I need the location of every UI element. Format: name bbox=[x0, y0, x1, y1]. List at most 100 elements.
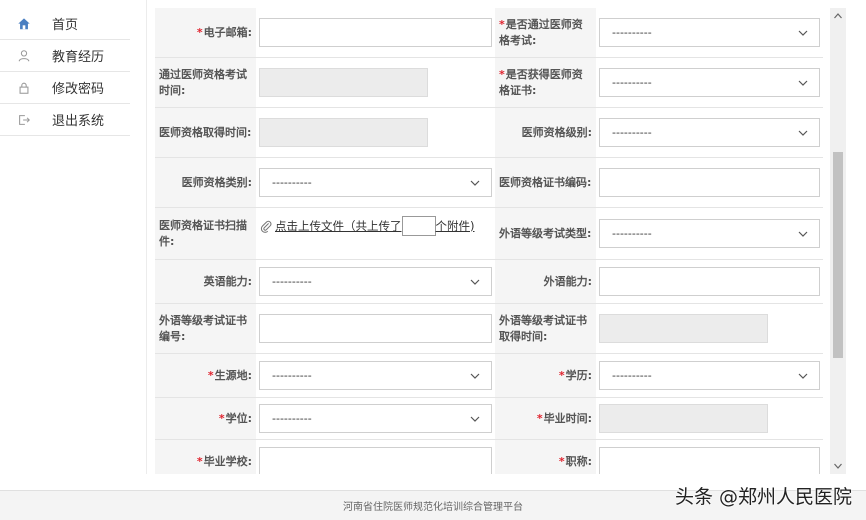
english-ability-select[interactable]: ---------- bbox=[259, 267, 492, 296]
chevron-down-icon bbox=[798, 130, 808, 136]
graduation-date-field[interactable] bbox=[599, 404, 768, 433]
field-label: 通过医师资格考试时间: bbox=[155, 58, 256, 107]
degree-cell: ---------- bbox=[256, 398, 495, 439]
form-panel: * 电子邮箱: *是否通过医师资格考试: ---------- 通过医师资格考试时… bbox=[146, 0, 830, 474]
sidebar-item-change-password[interactable]: 修改密码 bbox=[0, 72, 130, 104]
foreign-lang-field[interactable] bbox=[599, 267, 820, 296]
cert-scan-cell: 点击上传文件（共上传了 个附件) bbox=[256, 208, 495, 259]
graduation-school-field[interactable] bbox=[259, 447, 492, 474]
chevron-down-icon bbox=[470, 373, 480, 379]
cert-obtained-select[interactable]: ---------- bbox=[599, 68, 820, 97]
cert-category-select[interactable]: ---------- bbox=[259, 168, 492, 197]
foreign-lang-cell bbox=[596, 260, 823, 303]
cert-category-cell: ---------- bbox=[256, 158, 495, 207]
form-row: * 学位: ---------- * 毕业时间: bbox=[155, 398, 823, 440]
cert-level-cell: ---------- bbox=[596, 108, 823, 157]
sidebar-nav: 首页 教育经历 修改密码 退出系统 bbox=[0, 8, 130, 136]
field-label: * 电子邮箱: bbox=[155, 8, 256, 57]
chevron-down-icon bbox=[470, 180, 480, 186]
lang-exam-type-select[interactable]: ---------- bbox=[599, 219, 820, 248]
chevron-down-icon bbox=[798, 373, 808, 379]
logout-icon bbox=[16, 112, 32, 128]
sidebar-item-label: 修改密码 bbox=[52, 82, 105, 97]
cert-level-select[interactable]: ---------- bbox=[599, 118, 820, 147]
email-field[interactable] bbox=[259, 18, 492, 47]
chevron-up-icon bbox=[834, 13, 842, 19]
field-label: * 学位: bbox=[155, 398, 256, 439]
field-label: 外语等级考试证书取得时间: bbox=[495, 304, 596, 353]
cert-code-field[interactable] bbox=[599, 168, 820, 197]
form-row: 医师资格类别: ---------- 医师资格证书编码: bbox=[155, 158, 823, 208]
sidebar-item-label: 首页 bbox=[52, 18, 79, 33]
form-row: * 毕业学校: * 职称: bbox=[155, 440, 823, 474]
user-icon bbox=[16, 48, 32, 64]
scroll-down-button[interactable] bbox=[830, 458, 846, 474]
lang-cert-date-cell bbox=[596, 304, 823, 353]
lock-icon bbox=[16, 80, 32, 96]
grad-date-cell bbox=[596, 398, 823, 439]
title-cell bbox=[596, 440, 823, 474]
form-row: 英语能力: ---------- 外语能力: bbox=[155, 260, 823, 304]
form-row: 外语等级考试证书编号: 外语等级考试证书取得时间: bbox=[155, 304, 823, 354]
sidebar-item-logout[interactable]: 退出系统 bbox=[0, 104, 130, 136]
lang-exam-type-cell: ---------- bbox=[596, 208, 823, 259]
email-cell bbox=[256, 8, 495, 57]
form-row: 通过医师资格考试时间: *是否获得医师资格证书: ---------- bbox=[155, 58, 823, 108]
cert-code-cell bbox=[596, 158, 823, 207]
lang-cert-date-field[interactable] bbox=[599, 314, 768, 343]
field-label: * 毕业学校: bbox=[155, 440, 256, 474]
field-label: * 生源地: bbox=[155, 354, 256, 397]
field-label: * 学历: bbox=[495, 354, 596, 397]
cert-date-cell bbox=[256, 108, 495, 157]
education-select[interactable]: ---------- bbox=[599, 361, 820, 390]
origin-select[interactable]: ---------- bbox=[259, 361, 492, 390]
chevron-down-icon bbox=[834, 463, 842, 469]
upload-link[interactable]: 点击上传文件（共上传了 个附件) bbox=[259, 216, 475, 236]
scrollbar-thumb[interactable] bbox=[833, 152, 843, 358]
upload-link-suffix: 个附件) bbox=[435, 219, 475, 233]
exam-passed-select[interactable]: ---------- bbox=[599, 18, 820, 47]
job-title-field[interactable] bbox=[599, 447, 820, 474]
profile-form: * 电子邮箱: *是否通过医师资格考试: ---------- 通过医师资格考试时… bbox=[155, 8, 823, 474]
scroll-up-button[interactable] bbox=[830, 8, 846, 24]
form-row: 医师资格取得时间: 医师资格级别: ---------- bbox=[155, 108, 823, 158]
field-label: 医师资格取得时间: bbox=[155, 108, 256, 157]
upload-count-field bbox=[401, 216, 436, 236]
exam-passed-date-field[interactable] bbox=[259, 68, 428, 97]
chevron-down-icon bbox=[798, 80, 808, 86]
field-label: * 职称: bbox=[495, 440, 596, 474]
chevron-down-icon bbox=[470, 416, 480, 422]
education-cell: ---------- bbox=[596, 354, 823, 397]
degree-select[interactable]: ---------- bbox=[259, 404, 492, 433]
field-label: * 毕业时间: bbox=[495, 398, 596, 439]
cert-obtained-cell: ---------- bbox=[596, 58, 823, 107]
paperclip-icon bbox=[260, 220, 272, 233]
vertical-scrollbar[interactable] bbox=[830, 8, 846, 474]
form-row: * 电子邮箱: *是否通过医师资格考试: ---------- bbox=[155, 8, 823, 58]
chevron-down-icon bbox=[470, 279, 480, 285]
cert-obtained-date-field[interactable] bbox=[259, 118, 428, 147]
field-label: 外语等级考试类型: bbox=[495, 208, 596, 259]
lang-cert-no-cell bbox=[256, 304, 495, 353]
field-label: 医师资格证书扫描件: bbox=[155, 208, 256, 259]
english-cell: ---------- bbox=[256, 260, 495, 303]
field-label: 英语能力: bbox=[155, 260, 256, 303]
footer-text: 河南省住院医师规范化培训综合管理平台 bbox=[343, 502, 523, 513]
sidebar-item-education[interactable]: 教育经历 bbox=[0, 40, 130, 72]
field-label: 医师资格类别: bbox=[155, 158, 256, 207]
chevron-down-icon bbox=[798, 231, 808, 237]
field-label: 外语能力: bbox=[495, 260, 596, 303]
sidebar-item-label: 教育经历 bbox=[52, 50, 105, 65]
field-label: *是否通过医师资格考试: bbox=[495, 8, 596, 57]
exam-date-cell bbox=[256, 58, 495, 107]
origin-cell: ---------- bbox=[256, 354, 495, 397]
field-label: 医师资格证书编码: bbox=[495, 158, 596, 207]
school-cell bbox=[256, 440, 495, 474]
field-label: 外语等级考试证书编号: bbox=[155, 304, 256, 353]
form-row: * 生源地: ---------- * 学历: ---------- bbox=[155, 354, 823, 398]
form-row: 医师资格证书扫描件: 点击上传文件（共上传了 个附件) 外语等级考试类型: ---… bbox=[155, 208, 823, 260]
field-label: *是否获得医师资格证书: bbox=[495, 58, 596, 107]
lang-cert-number-field[interactable] bbox=[259, 314, 492, 343]
upload-link-text: 点击上传文件（共上传了 bbox=[275, 219, 402, 233]
sidebar-item-home[interactable]: 首页 bbox=[0, 8, 130, 40]
